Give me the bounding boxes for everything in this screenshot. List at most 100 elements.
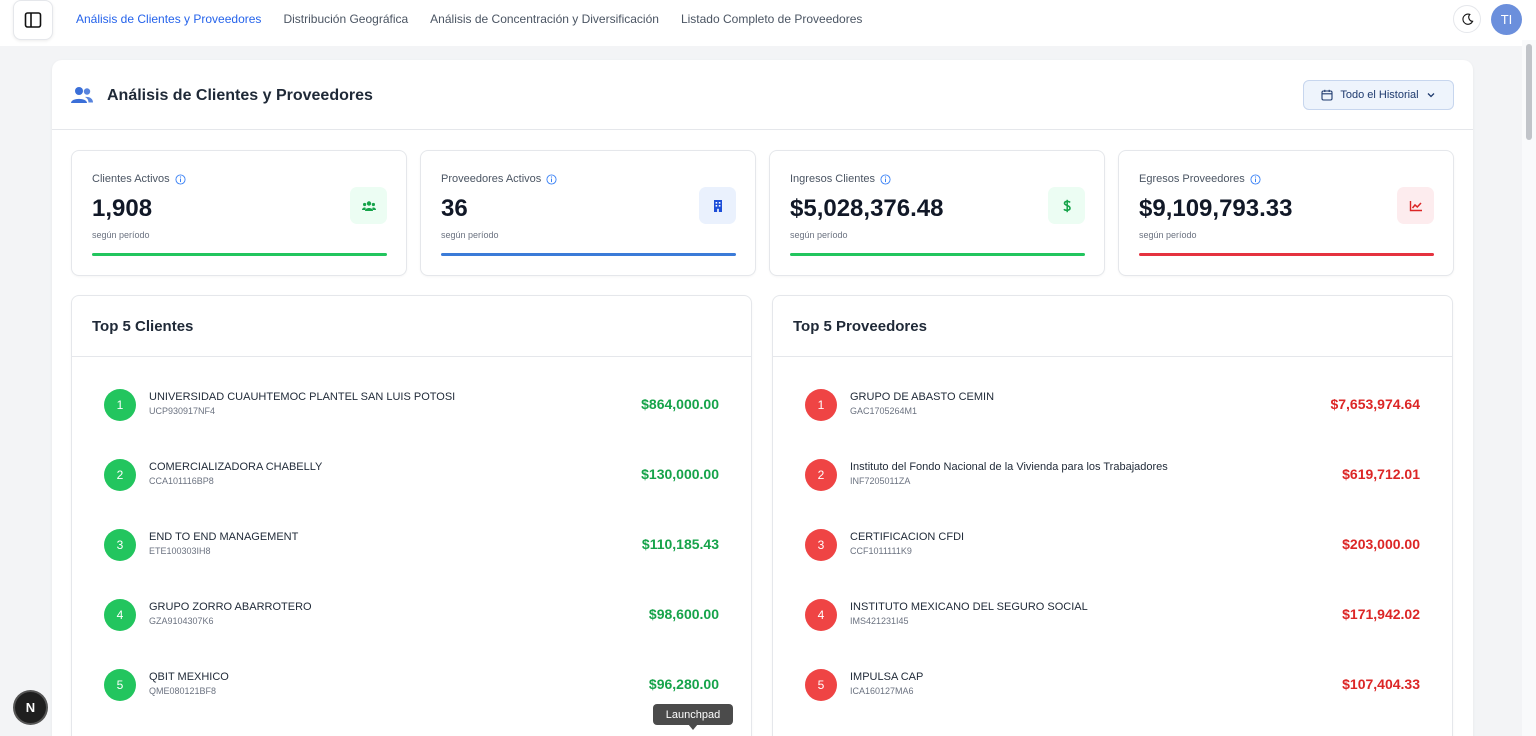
moon-icon <box>1461 13 1473 25</box>
top-suppliers-card: Top 5 Proveedores 1 GRUPO DE ABASTO CEMI… <box>772 295 1453 736</box>
stat-accent-bar <box>441 253 736 256</box>
scrollbar-track[interactable] <box>1522 40 1536 736</box>
period-select-button[interactable]: Todo el Historial <box>1303 80 1454 110</box>
theme-toggle-button[interactable] <box>1453 5 1481 33</box>
info-icon[interactable] <box>1250 173 1261 185</box>
supplier-rfc: IMS421231I45 <box>850 616 909 626</box>
supplier-name: GRUPO DE ABASTO CEMIN <box>850 391 995 403</box>
supplier-rfc: GAC1705264M1 <box>850 406 918 416</box>
list-item[interactable]: 2 COMERCIALIZADORA CHABELLY CCA101116BP8… <box>72 459 751 529</box>
divider <box>72 356 751 357</box>
supplier-amount: $203,000.00 <box>1342 536 1420 552</box>
stat-card-clientes-activos: Clientes Activos 1,908 según período <box>71 150 407 276</box>
stat-accent-bar <box>1139 253 1434 256</box>
supplier-amount: $7,653,974.64 <box>1330 396 1420 412</box>
top-bar: Análisis de Clientes y Proveedores Distr… <box>0 0 1536 46</box>
client-name: QBIT MEXHICO <box>149 671 229 683</box>
supplier-name: IMPULSA CAP <box>850 671 924 683</box>
stat-label: Clientes Activos <box>92 173 170 185</box>
supplier-amount: $619,712.01 <box>1342 466 1420 482</box>
launchpad-tooltip: Launchpad <box>653 704 733 725</box>
list-item[interactable]: 5 IMPULSA CAP ICA160127MA6 $107,404.33 <box>773 669 1452 736</box>
supplier-name: INSTITUTO MEXICANO DEL SEGURO SOCIAL <box>850 601 1088 613</box>
stat-accent-bar <box>92 253 387 256</box>
stat-card-ingresos-clientes: Ingresos Clientes $5,028,376.48 según pe… <box>769 150 1105 276</box>
trending-icon <box>1397 187 1434 224</box>
top-suppliers-title: Top 5 Proveedores <box>793 318 927 335</box>
list-item[interactable]: 2 Instituto del Fondo Nacional de la Viv… <box>773 459 1452 529</box>
stat-card-proveedores-activos: Proveedores Activos 36 según período <box>420 150 756 276</box>
dollar-icon <box>1048 187 1085 224</box>
rank-badge: 4 <box>104 599 136 631</box>
rank-badge: 1 <box>805 389 837 421</box>
rank-badge: 2 <box>104 459 136 491</box>
rank-badge: 2 <box>805 459 837 491</box>
supplier-rfc: ICA160127MA6 <box>850 686 914 696</box>
rank-badge: 3 <box>805 529 837 561</box>
stat-value: $9,109,793.33 <box>1139 195 1293 222</box>
client-rfc: UCP930917NF4 <box>149 406 216 416</box>
top-clients-title: Top 5 Clientes <box>92 318 194 335</box>
stat-card-egresos-proveedores: Egresos Proveedores $9,109,793.33 según … <box>1118 150 1454 276</box>
list-item[interactable]: 4 GRUPO ZORRO ABARROTERO GZA9104307K6 $9… <box>72 599 751 669</box>
page-header: Análisis de Clientes y Proveedores Todo … <box>52 60 1473 130</box>
tab-concentracion[interactable]: Análisis de Concentración y Diversificac… <box>430 12 659 26</box>
client-name: END TO END MANAGEMENT <box>149 531 299 543</box>
stat-value: 36 <box>441 195 468 222</box>
building-icon <box>699 187 736 224</box>
list-item[interactable]: 3 CERTIFICACION CFDI CCF1011111K9 $203,0… <box>773 529 1452 599</box>
main-card: Análisis de Clientes y Proveedores Todo … <box>52 60 1473 736</box>
supplier-amount: $107,404.33 <box>1342 676 1420 692</box>
list-item[interactable]: 5 QBIT MEXHICO QME080121BF8 $96,280.00 <box>72 669 751 736</box>
client-rfc: CCA101116BP8 <box>149 476 214 486</box>
info-icon[interactable] <box>175 173 186 185</box>
tab-listado-proveedores[interactable]: Listado Completo de Proveedores <box>681 12 862 26</box>
scrollbar-thumb[interactable] <box>1526 44 1532 140</box>
client-amount: $864,000.00 <box>641 396 719 412</box>
dev-tools-badge[interactable]: N <box>15 692 46 723</box>
chevron-down-icon <box>1427 93 1435 98</box>
client-amount: $110,185.43 <box>641 536 719 552</box>
info-icon[interactable] <box>880 173 891 185</box>
supplier-name: Instituto del Fondo Nacional de la Vivie… <box>850 461 1168 473</box>
tab-bar: Análisis de Clientes y Proveedores Distr… <box>76 12 862 26</box>
calendar-icon <box>1321 89 1333 101</box>
stat-subtitle: según período <box>441 230 499 240</box>
client-name: UNIVERSIDAD CUAUHTEMOC PLANTEL SAN LUIS … <box>149 391 456 403</box>
supplier-name: CERTIFICACION CFDI <box>850 531 965 543</box>
client-amount: $98,600.00 <box>648 606 719 622</box>
list-item[interactable]: 3 END TO END MANAGEMENT ETE100303IH8 $11… <box>72 529 751 599</box>
tab-clientes-proveedores[interactable]: Análisis de Clientes y Proveedores <box>76 12 261 26</box>
list-item[interactable]: 1 GRUPO DE ABASTO CEMIN GAC1705264M1 $7,… <box>773 389 1452 459</box>
info-icon[interactable] <box>546 173 557 185</box>
rank-badge: 1 <box>104 389 136 421</box>
supplier-rfc: CCF1011111K9 <box>850 546 912 556</box>
stat-label: Proveedores Activos <box>441 173 542 185</box>
client-name: GRUPO ZORRO ABARROTERO <box>149 601 312 613</box>
list-item[interactable]: 1 UNIVERSIDAD CUAUHTEMOC PLANTEL SAN LUI… <box>72 389 751 459</box>
stat-label: Ingresos Clientes <box>790 173 875 185</box>
stat-accent-bar <box>790 253 1085 256</box>
stat-label: Egresos Proveedores <box>1139 173 1245 185</box>
avatar[interactable]: TI <box>1491 4 1522 35</box>
users-icon <box>71 87 93 103</box>
list-item[interactable]: 4 INSTITUTO MEXICANO DEL SEGURO SOCIAL I… <box>773 599 1452 669</box>
client-amount: $130,000.00 <box>641 466 719 482</box>
sidebar-toggle-button[interactable] <box>13 0 53 40</box>
divider <box>773 356 1452 357</box>
rank-badge: 5 <box>805 669 837 701</box>
stat-value: $5,028,376.48 <box>790 195 944 222</box>
client-rfc: QME080121BF8 <box>149 686 217 696</box>
client-rfc: GZA9104307K6 <box>149 616 214 626</box>
tab-distribucion-geografica[interactable]: Distribución Geográfica <box>283 12 408 26</box>
users-icon <box>350 187 387 224</box>
tooltip-arrow <box>688 724 698 730</box>
supplier-rfc: INF7205011ZA <box>850 476 911 486</box>
page-title: Análisis de Clientes y Proveedores <box>107 87 373 104</box>
stat-subtitle: según período <box>1139 230 1197 240</box>
rank-badge: 4 <box>805 599 837 631</box>
rank-badge: 3 <box>104 529 136 561</box>
sidebar-panel-icon <box>24 12 42 28</box>
rank-badge: 5 <box>104 669 136 701</box>
client-amount: $96,280.00 <box>648 676 719 692</box>
